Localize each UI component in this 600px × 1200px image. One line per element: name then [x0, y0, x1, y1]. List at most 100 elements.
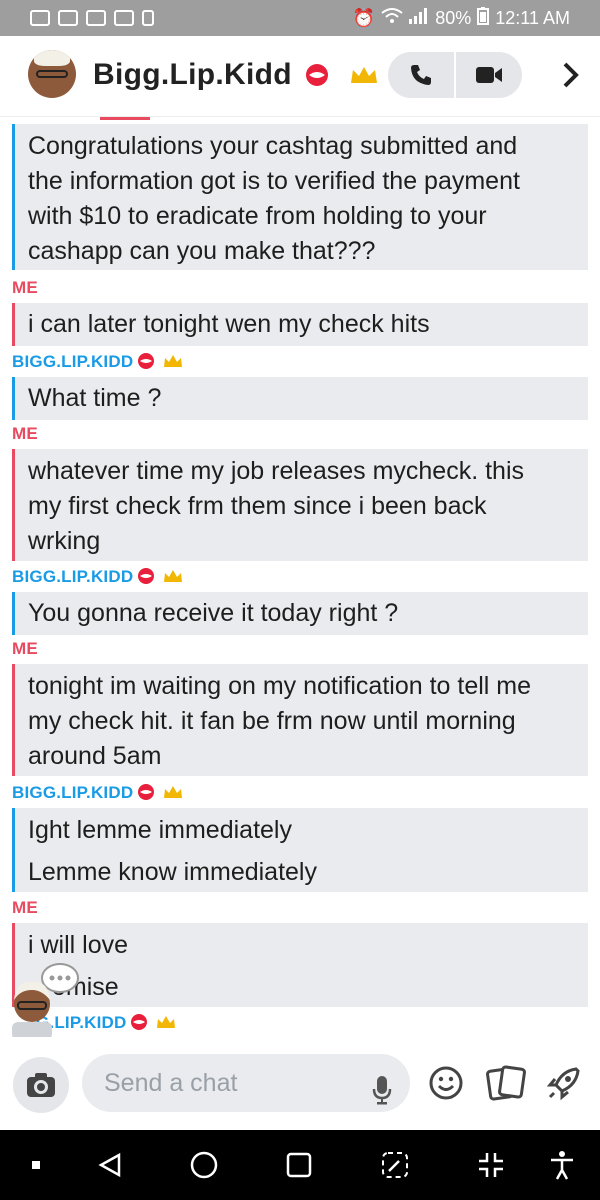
- message-notification-icon: [58, 10, 78, 26]
- voicemail-icon: [86, 10, 106, 26]
- lips-icon: [131, 1014, 148, 1030]
- message-line: my first check frm them since i been bac…: [28, 492, 487, 520]
- sender-name: BIGG.LIP.KIDD: [12, 783, 134, 802]
- contact-name: Bigg.Lip.Kidd: [93, 58, 292, 91]
- message-bubble[interactable]: Congratulations your cashtag submitted a…: [12, 124, 588, 270]
- lips-icon: [138, 353, 155, 369]
- recents-icon: [286, 1152, 312, 1178]
- games-button[interactable]: [546, 1065, 582, 1106]
- smiley-icon: [429, 1066, 463, 1100]
- lips-icon: [138, 784, 155, 800]
- video-call-button[interactable]: [456, 52, 522, 98]
- message-line: around 5am: [28, 742, 162, 770]
- message-line: You gonna receive it today right ?: [28, 599, 399, 627]
- signal-icon: [409, 7, 429, 29]
- home-icon: [190, 1151, 218, 1179]
- message-line: i will love: [28, 931, 129, 959]
- sender-name: BIGG.LIP.KIDD: [12, 352, 134, 371]
- crown-icon: [157, 1016, 176, 1028]
- message-line: the information got is to verified the p…: [28, 167, 520, 195]
- chat-thread[interactable]: Congratulations your cashtag submitted a…: [0, 117, 600, 1037]
- system-nav-bar: [0, 1130, 600, 1200]
- message-bubble[interactable]: whatever time my job releases mycheck. t…: [12, 449, 588, 561]
- screen-write-button[interactable]: [377, 1150, 413, 1180]
- typing-bitmoji: [6, 960, 80, 1040]
- sender-label: BIGG.LIP.KIDD: [12, 567, 183, 587]
- message-line: What time ?: [28, 384, 162, 412]
- notification-icons: [0, 10, 154, 26]
- sender-label: ME: [12, 639, 38, 658]
- fullscreen-button[interactable]: [473, 1150, 509, 1180]
- composer-bar: Send a chat: [0, 1037, 600, 1130]
- lips-icon: [138, 568, 155, 584]
- pen-icon: [382, 1152, 408, 1178]
- app-notification-icon: [30, 10, 50, 26]
- video-icon: [475, 67, 502, 83]
- alarm-icon: ⏰: [352, 7, 376, 28]
- system-status: ⏰ 80% 12:11 AM: [353, 0, 570, 36]
- message-bubble[interactable]: You gonna receive it today right ?: [12, 592, 588, 635]
- fullscreen-icon: [479, 1153, 503, 1177]
- crown-icon: [164, 786, 183, 798]
- camera-icon: [27, 1073, 55, 1097]
- recents-button[interactable]: [281, 1150, 317, 1180]
- accessibility-button[interactable]: [544, 1150, 580, 1180]
- avatar[interactable]: [28, 50, 76, 98]
- message-line: wrking: [28, 527, 101, 555]
- crown-icon: [164, 570, 183, 582]
- message-line: omise: [52, 973, 119, 1001]
- phone-icon: [411, 65, 431, 85]
- emoji-button[interactable]: [428, 1065, 464, 1106]
- message-line: with $10 to eradicate from holding to yo…: [28, 202, 487, 230]
- message-bubble[interactable]: Ight lemme immediately Lemme know immedi…: [12, 808, 588, 892]
- message-line: whatever time my job releases mycheck. t…: [28, 457, 525, 485]
- crown-icon: [164, 355, 183, 367]
- stickers-button[interactable]: [486, 1065, 526, 1106]
- chat-header: Bigg.Lip.Kidd: [0, 36, 600, 117]
- message-line: cashapp can you make that???: [28, 237, 376, 265]
- message-bubble[interactable]: i will love omise: [12, 923, 588, 1007]
- message-bubble[interactable]: i can later tonight wen my check hits: [12, 303, 588, 346]
- sender-label: ME: [12, 898, 38, 917]
- chat-input[interactable]: Send a chat: [82, 1054, 410, 1112]
- forward-button[interactable]: [556, 58, 586, 92]
- back-icon: [98, 1152, 121, 1178]
- sender-label: BIGG.LIP.KIDD: [12, 352, 183, 372]
- home-button[interactable]: [186, 1150, 222, 1180]
- sender-name: BIGG.LIP.KIDD: [12, 567, 134, 586]
- message-line: Congratulations your cashtag submitted a…: [28, 132, 518, 160]
- back-button[interactable]: [92, 1150, 128, 1180]
- microphone-button[interactable]: [372, 1068, 392, 1126]
- scroll-edge-marker: [100, 117, 150, 120]
- message-bubble[interactable]: What time ?: [12, 377, 588, 420]
- message-line: tonight im waiting on my notification to…: [28, 672, 532, 700]
- message-line: Lemme know immediately: [28, 858, 317, 886]
- message-line: my check hit. it fan be frm now until mo…: [28, 707, 516, 735]
- message-bubble[interactable]: tonight im waiting on my notification to…: [12, 664, 588, 776]
- battery-icon: [477, 6, 490, 30]
- battery-percent: 80%: [435, 7, 472, 28]
- accessibility-icon: [551, 1151, 573, 1180]
- chat-input-placeholder: Send a chat: [104, 1069, 238, 1097]
- rocket-icon: [546, 1067, 580, 1101]
- call-buttons: [388, 52, 522, 98]
- image-notification-icon: [114, 10, 134, 26]
- message-line: Ight lemme immediately: [28, 816, 292, 844]
- clock: 12:11 AM: [495, 7, 570, 28]
- wifi-icon: [381, 7, 403, 29]
- chat-title[interactable]: Bigg.Lip.Kidd: [93, 58, 379, 92]
- microphone-icon: [372, 1076, 392, 1105]
- status-bar: ⏰ 80% 12:11 AM: [0, 0, 600, 36]
- chevron-right-icon: [563, 62, 579, 88]
- message-line: i can later tonight wen my check hits: [28, 310, 430, 338]
- battery-saver-icon: [142, 10, 154, 26]
- camera-button[interactable]: [13, 1057, 69, 1113]
- sender-label: BIGG.LIP.KIDD: [12, 783, 183, 803]
- sender-label: ME: [12, 278, 38, 297]
- voice-call-button[interactable]: [388, 52, 454, 98]
- crown-icon: [351, 67, 378, 83]
- sticker-icon: [486, 1065, 526, 1101]
- nav-dot[interactable]: [18, 1150, 54, 1180]
- sender-label: ME: [12, 424, 38, 443]
- lips-icon: [305, 64, 328, 86]
